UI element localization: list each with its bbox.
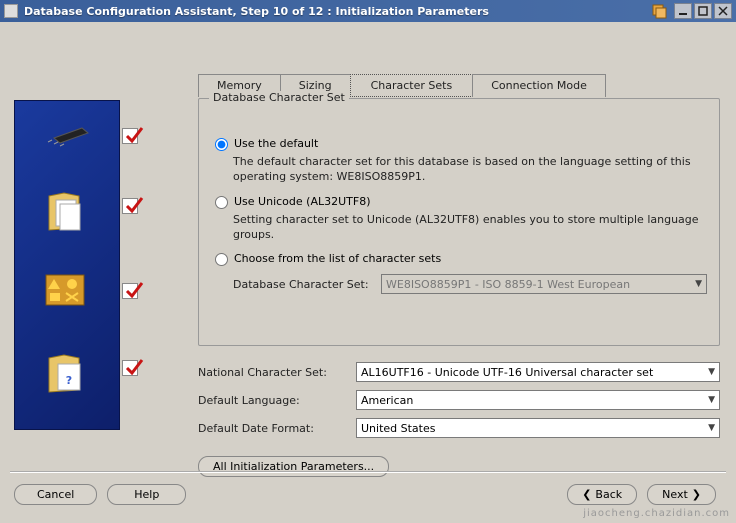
radio-choose-list[interactable] (215, 253, 228, 266)
cancel-button[interactable]: Cancel (14, 484, 97, 505)
tab-connection-mode[interactable]: Connection Mode (472, 74, 606, 97)
radio-use-default[interactable] (215, 138, 228, 151)
back-button[interactable]: ❮ Back (567, 484, 637, 505)
close-button[interactable] (714, 3, 732, 19)
default-language-value: American (361, 394, 413, 407)
database-charset-group: Database Character Set Use the default T… (198, 98, 720, 346)
maximize-button[interactable] (694, 3, 712, 19)
stack-icon (650, 2, 668, 20)
bottom-right-buttons: ❮ Back Next ❯ (567, 484, 716, 505)
wizard-step-3 (14, 255, 142, 321)
all-init-params-button[interactable]: All Initialization Parameters... (198, 456, 389, 477)
wizard-step-2 (14, 170, 142, 236)
step-check-icon (122, 360, 142, 380)
radio-choose-list-row: Choose from the list of character sets (215, 252, 707, 266)
chevron-down-icon: ▼ (708, 423, 715, 433)
radio-use-default-desc: The default character set for this datab… (233, 155, 707, 185)
radio-use-default-row: Use the default (215, 137, 707, 151)
window-title: Database Configuration Assistant, Step 1… (24, 5, 650, 18)
chevron-down-icon: ▼ (708, 367, 715, 377)
db-charset-value: WE8ISO8859P1 - ISO 8859-1 West European (386, 278, 630, 291)
default-date-format-value: United States (361, 422, 436, 435)
default-date-format-select[interactable]: United States ▼ (356, 418, 720, 438)
default-language-label: Default Language: (198, 394, 356, 407)
step-check-icon (122, 128, 142, 148)
default-language-select[interactable]: American ▼ (356, 390, 720, 410)
default-language-row: Default Language: American ▼ (198, 390, 720, 410)
chevron-down-icon: ▼ (708, 395, 715, 405)
radio-use-unicode-desc: Setting character set to Unicode (AL32UT… (233, 213, 707, 243)
wizard-step-4: ? (14, 332, 142, 398)
window-titlebar: Database Configuration Assistant, Step 1… (0, 0, 736, 22)
wizard-steps-panel: ? (14, 100, 142, 430)
radio-use-default-label: Use the default (234, 137, 318, 150)
back-label: Back (595, 488, 622, 501)
svg-text:?: ? (66, 374, 72, 387)
chevron-left-icon: ❮ (582, 488, 591, 501)
chevron-right-icon: ❯ (692, 488, 701, 501)
wizard-step-1 (14, 100, 142, 166)
national-charset-row: National Character Set: AL16UTF16 - Unic… (198, 362, 720, 382)
next-button[interactable]: Next ❯ (647, 484, 716, 505)
documents-icon (44, 188, 94, 241)
step-check-icon (122, 283, 142, 303)
chevron-down-icon: ▼ (695, 279, 702, 289)
db-charset-select: WE8ISO8859P1 - ISO 8859-1 West European … (381, 274, 707, 294)
default-date-format-label: Default Date Format: (198, 422, 356, 435)
next-label: Next (662, 488, 688, 501)
shapes-icon (44, 273, 86, 310)
national-charset-select[interactable]: AL16UTF16 - Unicode UTF-16 Universal cha… (356, 362, 720, 382)
step-check-icon (122, 198, 142, 218)
db-charset-label: Database Character Set: (233, 278, 381, 291)
default-date-format-row: Default Date Format: United States ▼ (198, 418, 720, 438)
minimize-button[interactable] (674, 3, 692, 19)
help-folder-icon: ? (44, 350, 94, 403)
radio-use-unicode-label: Use Unicode (AL32UTF8) (234, 195, 370, 208)
main-panel: Database Character Set Use the default T… (198, 98, 720, 443)
help-button[interactable]: Help (107, 484, 186, 505)
app-icon (4, 4, 18, 18)
chip-icon (44, 118, 92, 151)
tab-character-sets[interactable]: Character Sets (350, 74, 474, 97)
separator (10, 471, 726, 473)
content-area: ? Memory Sizing Character Sets Connectio… (0, 22, 736, 523)
radio-use-unicode[interactable] (215, 196, 228, 209)
radio-use-unicode-row: Use Unicode (AL32UTF8) (215, 195, 707, 209)
group-title: Database Character Set (209, 91, 349, 104)
db-charset-field-row: Database Character Set: WE8ISO8859P1 - I… (233, 274, 707, 294)
national-charset-label: National Character Set: (198, 366, 356, 379)
national-charset-value: AL16UTF16 - Unicode UTF-16 Universal cha… (361, 366, 653, 379)
radio-choose-list-label: Choose from the list of character sets (234, 252, 441, 265)
watermark: jiaocheng.chazidian.com (583, 508, 730, 519)
bottom-left-buttons: Cancel Help (14, 484, 186, 505)
